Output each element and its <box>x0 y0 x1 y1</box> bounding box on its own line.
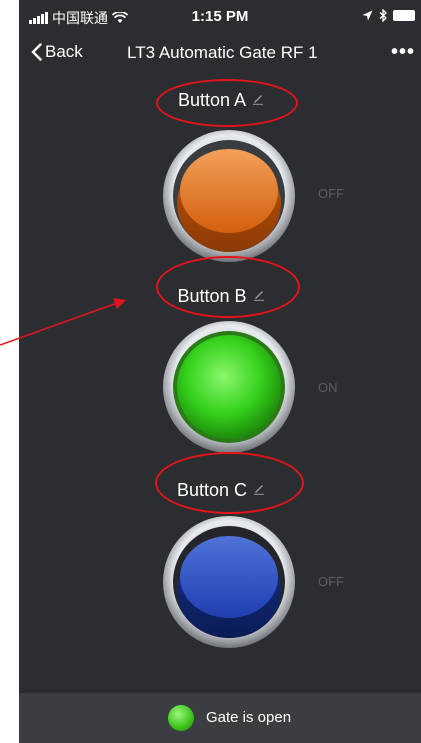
button-b-state: ON <box>318 380 338 395</box>
back-button[interactable]: Back <box>31 42 83 62</box>
chevron-left-icon <box>31 43 42 61</box>
nav-bar: Back LT3 Automatic Gate RF 1 ••• <box>19 34 421 72</box>
gate-status-bar: Gate is open <box>19 693 421 743</box>
bluetooth-icon <box>379 9 387 22</box>
gate-status-text: Gate is open <box>206 709 292 726</box>
annotation-circle-c <box>155 452 304 514</box>
phone-screen: 中国联通 1:15 PM Back LT3 Automatic Gate RF … <box>19 0 421 743</box>
status-indicator-dot <box>168 705 194 731</box>
status-bar: 中国联通 1:15 PM <box>19 0 421 34</box>
page-title: LT3 Automatic Gate RF 1 <box>127 43 318 62</box>
button-a-state: OFF <box>318 186 344 201</box>
more-menu-button[interactable]: ••• <box>391 41 415 64</box>
button-a-knob[interactable] <box>162 129 296 263</box>
status-time: 1:15 PM <box>191 8 249 25</box>
annotation-circle-b <box>156 256 300 318</box>
location-icon <box>362 10 373 21</box>
button-c-state: OFF <box>318 574 344 589</box>
back-label: Back <box>45 42 83 61</box>
battery-icon <box>393 10 415 21</box>
annotation-circle-a <box>156 79 298 127</box>
button-c-knob[interactable] <box>162 515 296 649</box>
button-b-knob[interactable] <box>162 320 296 454</box>
status-right <box>362 9 415 22</box>
annotation-arrow <box>0 298 126 346</box>
